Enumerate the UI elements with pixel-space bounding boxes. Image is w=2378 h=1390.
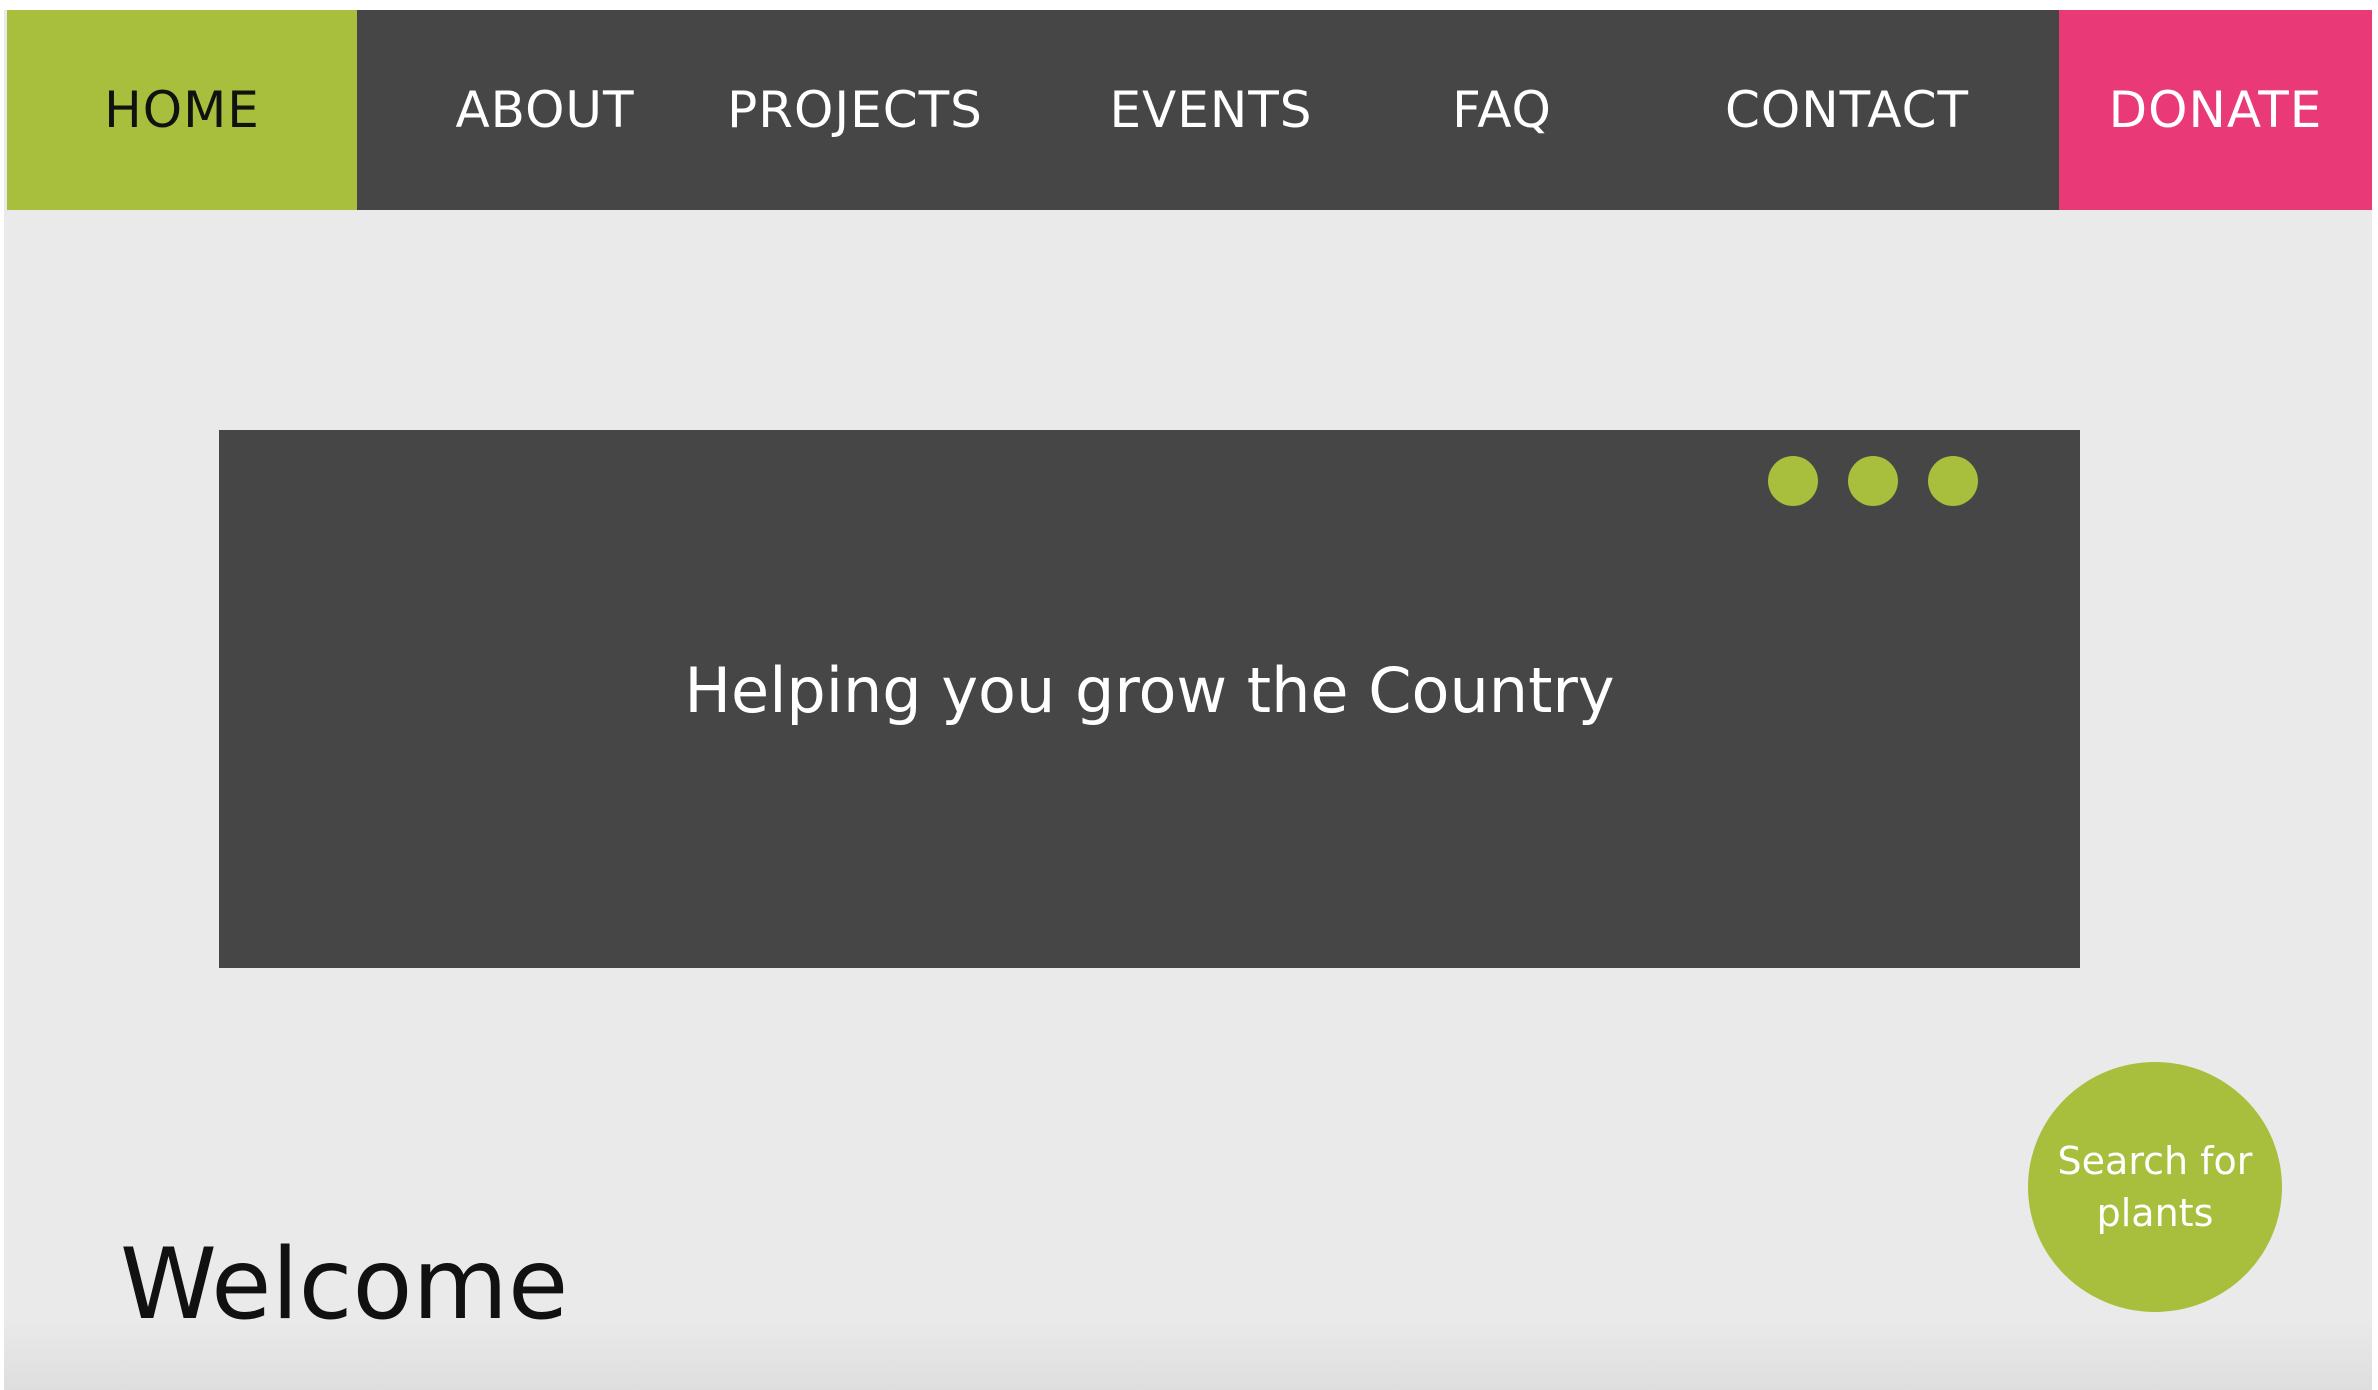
top-navigation: HOME ABOUT PROJECTS EVENTS FAQ CONTACT D… bbox=[7, 10, 2372, 210]
nav-faq[interactable]: FAQ bbox=[1417, 10, 1587, 210]
nav-projects[interactable]: PROJECTS bbox=[727, 10, 983, 210]
hero-slider: Helping you grow the Country bbox=[219, 430, 2080, 968]
nav-donate-button[interactable]: DONATE bbox=[2059, 10, 2372, 210]
nav-home[interactable]: HOME bbox=[7, 10, 357, 210]
slider-dot-3[interactable] bbox=[1928, 456, 1978, 506]
search-plants-button[interactable]: Search for plants bbox=[2028, 1062, 2282, 1312]
slider-dots bbox=[1768, 456, 1978, 506]
search-plants-label-line1: Search for bbox=[2057, 1139, 2253, 1183]
nav-events[interactable]: EVENTS bbox=[1087, 10, 1335, 210]
slider-dot-1[interactable] bbox=[1768, 456, 1818, 506]
page: HOME ABOUT PROJECTS EVENTS FAQ CONTACT D… bbox=[4, 10, 2372, 1390]
slider-dot-2[interactable] bbox=[1848, 456, 1898, 506]
bottom-shadow bbox=[4, 1320, 2372, 1390]
nav-contact[interactable]: CONTACT bbox=[1707, 10, 1987, 210]
nav-about[interactable]: ABOUT bbox=[427, 10, 663, 210]
search-plants-label-line2: plants bbox=[2096, 1191, 2214, 1235]
hero-title: Helping you grow the Country bbox=[684, 654, 1615, 727]
